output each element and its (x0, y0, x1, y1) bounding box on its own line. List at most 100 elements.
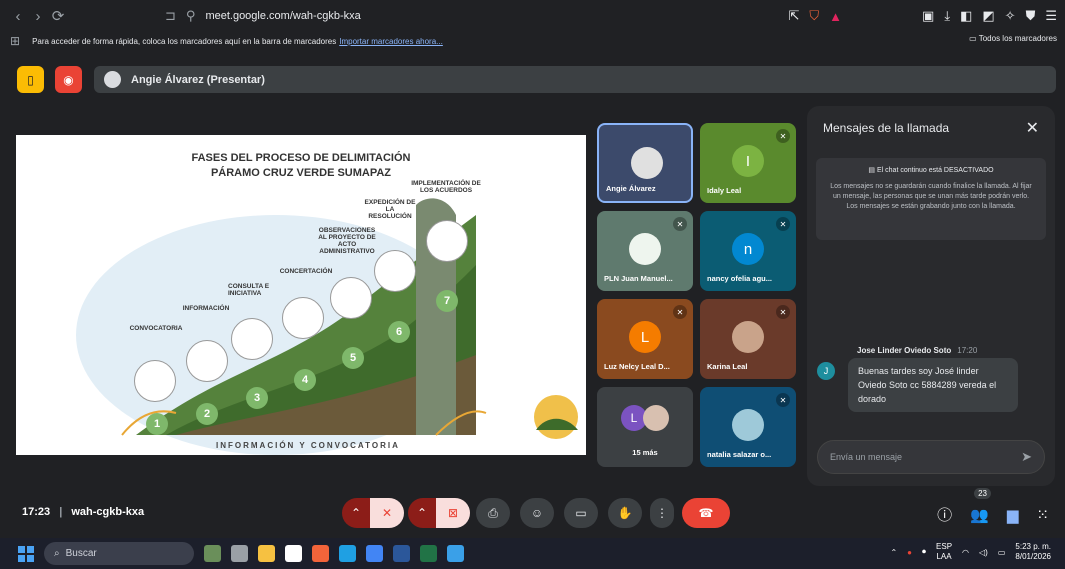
camera-toggle[interactable]: ⊠ (436, 498, 470, 528)
chrome-icon[interactable] (366, 545, 383, 562)
step-label-1: CONVOCATORIA (129, 325, 183, 332)
forward-icon[interactable]: › (28, 8, 48, 25)
vpn-icon[interactable]: ⛊ (1026, 8, 1036, 24)
video-options-button[interactable]: ⌃ (408, 498, 436, 528)
meet-top-bar: ▯ ◉ Angie Álvarez (Presentar) (10, 66, 1056, 93)
meet-controls: 17:23 | wah-cgkb-kxa ⌃ ✕ ⌃ ⊠ ⎙ ☺ ▭ ✋ ⋮ ☎… (0, 488, 1065, 534)
step-number-7: 7 (436, 290, 458, 312)
end-call-icon: ☎ (698, 506, 714, 520)
url-text: meet.google.com/wah-cgkb-kxa (205, 10, 361, 22)
participant-tile[interactable]: ✕ n nancy ofelia agu... (700, 211, 796, 291)
menu-icon[interactable]: ☰ (1045, 8, 1057, 24)
clock-date: 8/01/2026 (1015, 552, 1051, 561)
participant-tile[interactable]: Angie Álvarez (597, 123, 693, 203)
apps-grid-icon[interactable]: ⊞ (10, 34, 20, 48)
screenshot-icon[interactable]: ▣ (922, 8, 934, 24)
info-icon[interactable]: ⓘ (937, 504, 952, 525)
people-icon[interactable]: 👥 (970, 506, 989, 524)
clock[interactable]: 5:23 p. m. 8/01/2026 (1015, 542, 1051, 562)
participant-tile[interactable]: ✕ PLN Juan Manuel... (597, 211, 693, 291)
raise-hand-button[interactable]: ✋ (608, 498, 642, 528)
word-icon[interactable] (393, 545, 410, 562)
windows-start-icon[interactable] (18, 545, 34, 562)
meet-right-controls: ⓘ 👥 ▆ ⁙ (937, 504, 1049, 525)
edge-icon[interactable] (339, 545, 356, 562)
all-bookmarks-button[interactable]: ▭ Todos los marcadores (969, 34, 1057, 43)
chat-icon: ▤ (868, 167, 876, 174)
participant-tile[interactable]: ✕ Karina Leal (700, 299, 796, 379)
participant-tile[interactable]: ✕ L Luz Nelcy Leal D... (597, 299, 693, 379)
import-bookmarks-link[interactable]: Importar marcadores ahora... (339, 37, 443, 46)
brave-shield-icon[interactable]: ⛉ (809, 8, 819, 24)
send-icon[interactable]: ➤ (1021, 449, 1032, 465)
message-meta: Jose Linder Oviedo Soto 17:20 (857, 346, 977, 355)
presentation-banner[interactable]: Angie Álvarez (Presentar) (94, 66, 1056, 93)
task-view-icon[interactable] (231, 545, 248, 562)
taskbar-search[interactable]: ⌕ Buscar (44, 542, 194, 565)
chat-icon[interactable]: ▆ (1007, 506, 1019, 524)
participant-avatar: I (732, 145, 764, 177)
participant-avatar: L (629, 321, 661, 353)
participant-photo (643, 405, 669, 431)
share-icon[interactable]: ⇱ (788, 8, 799, 24)
recording-icon[interactable]: ◉ (55, 66, 82, 93)
download-icon[interactable]: ⤓ (944, 8, 950, 24)
battery-icon[interactable]: ▭ (998, 548, 1006, 557)
leave-call-button[interactable]: ☎ (682, 498, 730, 528)
participant-name: natalia salazar o... (707, 450, 772, 459)
participant-photo (631, 147, 663, 179)
wifi-icon[interactable]: ◠ (962, 548, 969, 557)
chat-title: Mensajes de la llamada (823, 121, 950, 135)
meeting-code: wah-cgkb-kxa (71, 506, 145, 518)
reactions-button[interactable]: ☺ (520, 498, 554, 528)
participant-tile[interactable]: ✕ I Idaly Leal (700, 123, 796, 203)
present-button[interactable]: ⎙ (476, 498, 510, 528)
microphone-toggle[interactable]: ✕ (370, 498, 404, 528)
participant-name: Angie Álvarez (606, 184, 656, 193)
participant-tile[interactable]: ✕ natalia salazar o... (700, 387, 796, 467)
mic-off-icon: ✕ (381, 506, 393, 520)
more-options-button[interactable]: ⋮ (650, 498, 674, 528)
language-indicator[interactable]: ESP LAA (936, 542, 952, 562)
site-info-icon[interactable]: ⚲ (186, 8, 196, 24)
chat-message-input[interactable]: Envía un mensaje ➤ (817, 440, 1045, 474)
participant-photo (732, 409, 764, 441)
message-avatar: J (817, 362, 835, 380)
audio-options-button[interactable]: ⌃ (342, 498, 370, 528)
step-label-4: CONCERTACIÓN (279, 268, 333, 275)
extensions-icon[interactable]: ✧ (1005, 8, 1016, 24)
widgets-icon[interactable] (204, 545, 221, 562)
volume-icon[interactable]: ◁) (979, 548, 988, 557)
participants-count-badge: 23 (974, 488, 991, 499)
camera-off-icon: ⊠ (447, 506, 459, 520)
brave-browser-icon[interactable] (312, 545, 329, 562)
address-bar[interactable]: ⊐ ⚲ meet.google.com/wah-cgkb-kxa (165, 5, 361, 27)
chevron-up-icon[interactable]: ⌃ (890, 548, 897, 557)
captions-button[interactable]: ▭ (564, 498, 598, 528)
tab-icon[interactable]: ◩ (982, 8, 994, 24)
chat-notice-heading: El chat continuo está DESACTIVADO (876, 167, 994, 174)
mic-icon[interactable]: ⏺ (922, 547, 926, 557)
chevron-up-icon: ⌃ (350, 506, 362, 520)
slide-title-line1: FASES DEL PROCESO DE DELIMITACIÓN (191, 152, 411, 164)
activities-icon[interactable]: ⁙ (1036, 506, 1049, 524)
mic-off-icon: ✕ (776, 393, 790, 407)
step-number-4: 4 (294, 369, 316, 391)
step-number-2: 2 (196, 403, 218, 425)
app-tray-icon[interactable]: ● (907, 548, 912, 557)
chat-panel: Mensajes de la llamada ✕ ▤ El chat conti… (807, 106, 1055, 486)
excel-icon[interactable] (420, 545, 437, 562)
brave-rewards-icon[interactable]: ▲ (829, 9, 842, 24)
file-explorer-icon[interactable] (258, 545, 275, 562)
reload-icon[interactable]: ⟳ (48, 7, 68, 25)
more-participants-tile[interactable]: L 15 más (597, 387, 693, 467)
photos-icon[interactable] (447, 545, 464, 562)
slide-footer: INFORMACIÓN Y CONVOCATORIA (216, 441, 400, 450)
slide-illustration (76, 198, 578, 455)
meeting-door-icon[interactable]: ▯ (17, 66, 44, 93)
store-icon[interactable] (285, 545, 302, 562)
back-icon[interactable]: ‹ (8, 8, 28, 25)
close-icon[interactable]: ✕ (1026, 118, 1039, 138)
sidebar-icon[interactable]: ◧ (960, 8, 972, 24)
bookmark-icon[interactable]: ⊐ (165, 8, 176, 24)
